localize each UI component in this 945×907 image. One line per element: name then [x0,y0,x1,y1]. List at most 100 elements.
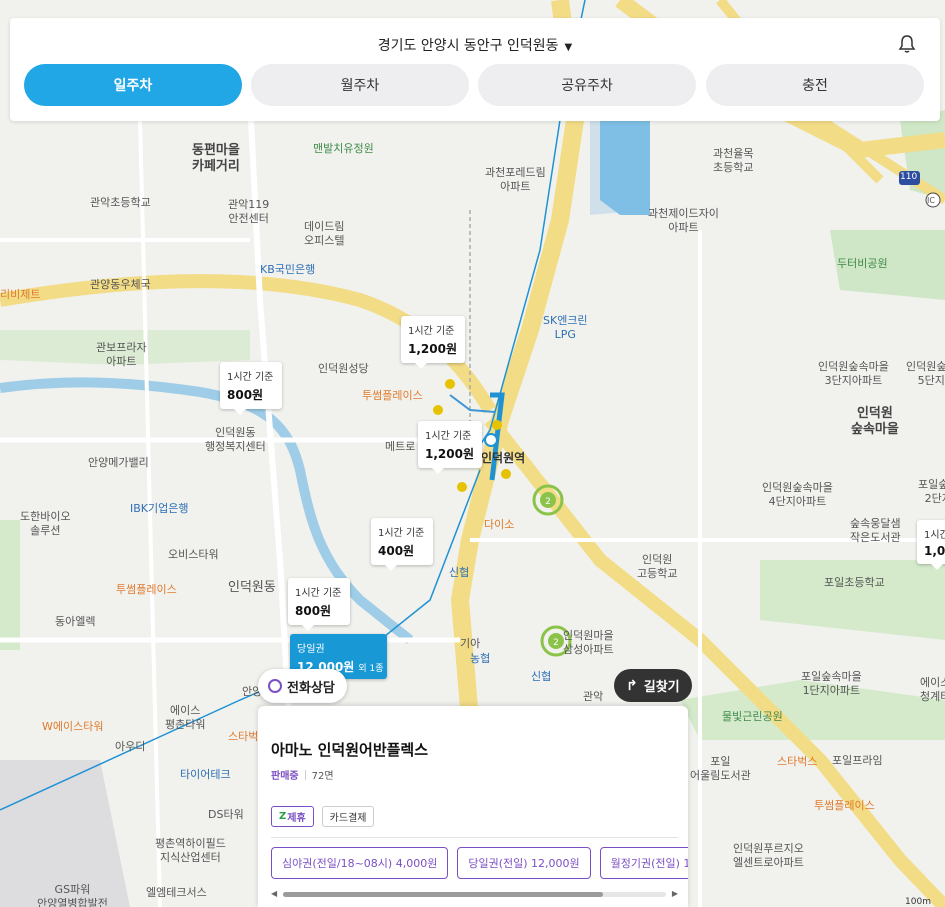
map-label-indeogwon-sungdang: 인덕원성당 [318,362,369,375]
location-label: 경기도 안양시 동안구 인덕원동 [377,38,559,54]
price-marker[interactable]: 1시간 기준 1,00 [917,520,945,570]
map-label-dongan-elec: 동아엘렉 [55,615,96,628]
turn-right-icon: ↱ [626,677,638,694]
map-label-w-tower: W에이스타워 [42,720,104,733]
map-label-giya: 기아 [460,637,481,650]
map-label-indeogwon-high: 인덕원 고등학교 [637,553,678,580]
ticket-item[interactable]: 월정기권(전일) 1 [599,847,688,879]
map-label-ribijet: 리비제트 [0,288,41,301]
parking-meta: 판매중 72면 [271,767,334,782]
price-marker-unit: 1시간 기준 [425,431,472,442]
svg-text:2: 2 [545,497,551,507]
map-label-indeogwon-prugio: 인덕원푸르지오 엘센트로아파트 [733,842,804,869]
map-label-dohwan: 도한바이오 솔루션 [20,510,71,537]
tab-label: 충전 [802,78,828,94]
map-label-tousome-2: 투썸플레이스 [116,583,177,596]
map-label-poil-forest1: 포일숲속마을 1단지아파트 [801,670,862,697]
scrollbar-thumb[interactable] [283,892,603,897]
price-marker[interactable]: 1시간 기준 1,200원 [418,421,482,474]
map-label-tousome-3: 투썸플레이스 [814,799,875,812]
parking-info-card[interactable]: 아마노 인덕원어반플렉스 판매중 72면 Z 제휴 카드결제 심야권(전일/18~… [258,706,688,907]
price-marker-value: 400원 [378,544,415,558]
map-label-station: 인덕원역 [481,451,526,465]
map-label-dong-office: 인덕원동 행정복지센터 [205,426,266,453]
map-label-gwacheon-middle: 과천율목 초등학교 [713,147,754,174]
top-panel: 경기도 안양시 동안구 인덕원동 ▼ 일주차 월주차 공유주차 충전 [10,18,940,121]
phone-consult-label: 전화상담 [287,680,335,696]
map-label-poil-library: 포일 어울림도서관 [690,755,751,782]
horizontal-scrollbar[interactable]: ◀ ▶ [271,889,678,898]
directions-button[interactable]: ↱ 길찾기 [614,669,692,702]
map-label-hwy: 110 [900,172,918,182]
price-marker[interactable]: 1시간 기준 800원 [220,362,282,415]
scroll-right-icon[interactable]: ▶ [672,889,678,898]
scroll-left-icon[interactable]: ◀ [271,889,277,898]
map-label-forest3: 인덕원숲속마을 3단지아파트 [818,360,889,387]
map-label-daiso: 다이소 [484,518,515,531]
map-label-gwacheon-xi: 과천제이드자이 아파트 [648,207,719,234]
map-label-gs: GS파워 안양열병합발전 [37,883,108,907]
map-label-gwanak-alley: 관악 [583,690,604,703]
tab-label: 일주차 [113,78,153,94]
tab-daily[interactable]: 일주차 [24,64,242,106]
map-label-audi: 아우디 [115,740,146,753]
ticket-item[interactable]: 당일권(전일) 12,000원 [457,847,591,879]
map-label-ace-pyeong: 에이스 평촌타워 [165,704,206,731]
map-label-anyang-valley: 안양메가밸리 [88,456,149,469]
price-marker-unit: 1시간 기준 [408,326,455,337]
ticket-list[interactable]: 심야권(전일/18~08시) 4,000원 당일권(전일) 12,000원 월정… [271,847,688,879]
map-label-suksok-library: 숲속웅달샘 작은도서관 [850,517,901,544]
svg-text:2: 2 [553,638,559,648]
map-label-pyeongchon: 평촌역하이필드 지식산업센터 [155,837,226,864]
map-label-tire: 타이어테크 [180,768,231,781]
location-selector[interactable]: 경기도 안양시 동안구 인덕원동 ▼ [10,35,940,55]
map-label-gwanbo: 관보프라자 아파트 [96,341,147,368]
tag-list: Z 제휴 카드결제 [271,806,375,827]
tab-charging[interactable]: 충전 [706,64,924,106]
map-label-dutubi: 두터비공원 [837,257,888,270]
price-marker[interactable]: 1시간 기준 800원 [288,578,350,631]
map-label-shinhyup-2: 신협 [531,670,552,683]
tab-label: 월주차 [340,78,380,94]
price-marker-value: 1,200원 [425,447,474,461]
price-marker-value: 1,00 [924,544,945,558]
phone-consult-button[interactable]: 전화상담 [258,669,347,703]
price-marker-value: 800원 [227,388,264,402]
map-label-tousome-1: 투썸플레이스 [362,389,423,402]
map-label-elmtech: 엘엠테크서스 [146,886,207,899]
map-label-dongpyeon: 동편마을 카페거리 [192,143,240,175]
map-label-kb: KB국민은행 [260,263,316,276]
map-label-obis: 오비스타워 [168,548,219,561]
bell-icon[interactable] [898,34,916,54]
map-label-mulbit: 물빛근린공원 [722,710,783,723]
map-label-sk-lpg: SK엔크린 LPG [543,314,588,341]
tag-label: 제휴 [287,813,306,824]
map-label-forest-big: 인덕원 숲속마을 [851,406,899,438]
price-marker-unit: 1시간 기준 [227,372,274,383]
card-payment-tag: 카드결제 [321,806,375,827]
tab-label: 공유주차 [561,78,613,94]
tab-shared[interactable]: 공유주차 [478,64,696,106]
map-label-gwana-elem: 관악초등학교 [90,196,151,209]
map-label-a-tower: 에이스 청계타 [920,676,945,703]
map-label-indeogwon-dong: 인덕원동 [228,580,276,595]
price-marker[interactable]: 1시간 기준 1,200원 [401,316,465,369]
parking-title: 아마노 인덕원어반플렉스 [271,741,429,759]
tab-monthly[interactable]: 월주차 [251,64,469,106]
map-label-shinhyup-1: 신협 [449,566,470,579]
ticket-item[interactable]: 심야권(전일/18~08시) 4,000원 [271,847,449,879]
map-label-ds: DS타워 [208,808,244,821]
tag-label: 카드결제 [329,813,367,824]
price-marker[interactable]: 1시간 기준 400원 [371,518,433,571]
capacity: 72면 [311,771,334,782]
divider [304,769,306,780]
price-marker-unit: 1시간 기준 [924,530,945,541]
consult-icon [268,679,282,693]
map-label-poil-frame: 포일프라임 [832,754,883,767]
map-label-gwanyang-post: 관양동우체국 [90,278,151,291]
price-marker-value: 1,200원 [408,342,457,356]
partner-z-icon: Z [279,811,287,822]
directions-label: 길찾기 [643,680,680,695]
price-marker-unit: 당일권 [297,644,325,655]
divider [271,837,678,838]
